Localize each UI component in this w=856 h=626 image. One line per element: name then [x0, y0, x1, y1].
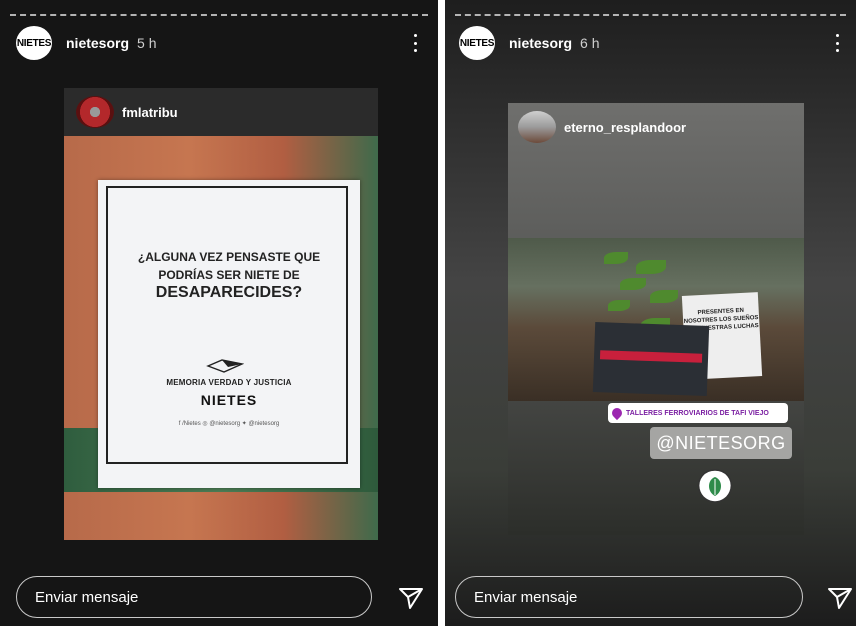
poster-question-line3: DESAPARECIDES? — [155, 284, 303, 301]
message-input[interactable]: Enviar mensaje — [16, 576, 372, 618]
sign-dark — [592, 322, 710, 396]
repost-attribution[interactable]: fmlatribu — [76, 96, 178, 128]
repost-avatar[interactable] — [76, 96, 114, 128]
more-vertical-icon[interactable] — [830, 32, 844, 54]
post-time: 6 h — [580, 35, 600, 51]
poster-question-line2: PODRÍAS SER NIETE DE — [158, 268, 300, 282]
poster: ¿ALGUNA VEZ PENSASTE QUE PODRÍAS SER NIE… — [98, 180, 360, 488]
leaf — [636, 260, 666, 274]
repost-username[interactable]: eterno_resplandoor — [564, 120, 686, 135]
username[interactable]: nietesorg — [66, 35, 129, 51]
username[interactable]: nietesorg — [509, 35, 572, 51]
profile-avatar[interactable]: NIETES — [459, 26, 495, 60]
mention-text: @NIETESORG — [656, 432, 786, 453]
post-time: 5 h — [137, 35, 157, 51]
more-vertical-icon[interactable] — [408, 32, 422, 54]
story-progress-bar — [10, 14, 428, 16]
plant-photo: PRESENTES EN NOSOTRES LOS SUEÑOS SON NUE… — [508, 238, 804, 401]
repost-username[interactable]: fmlatribu — [122, 105, 178, 120]
reposted-content[interactable]: ¿ALGUNA VEZ PENSASTE QUE PODRÍAS SER NIE… — [64, 88, 378, 540]
poster-subtitle: MEMORIA VERDAD Y JUSTICIA — [166, 378, 292, 387]
send-icon[interactable] — [827, 586, 853, 610]
leaf — [620, 278, 646, 290]
sign-red-band — [599, 350, 703, 363]
story-header: NIETES nietesorg 6 h — [459, 26, 844, 60]
story-panel-right: NIETES nietesorg 6 h eterno_resplandoor … — [445, 0, 856, 626]
poster-question: ¿ALGUNA VEZ PENSASTE QUE PODRÍAS SER NIE… — [98, 248, 360, 302]
message-placeholder: Enviar mensaje — [474, 588, 578, 606]
leaf — [608, 300, 630, 311]
leaf — [604, 252, 628, 264]
send-icon[interactable] — [398, 586, 424, 610]
profile-avatar[interactable]: NIETES — [16, 26, 52, 60]
message-placeholder: Enviar mensaje — [35, 588, 139, 606]
reposted-content[interactable]: eterno_resplandoor PRESENTES EN NOSOTRES… — [508, 103, 804, 535]
leaf — [650, 290, 678, 303]
poster-social-handles: f /Nietes ◎ @nietesorg ✦ @nietesorg — [178, 421, 280, 427]
nietes-logo-icon — [206, 359, 244, 373]
story-header: NIETES nietesorg 5 h — [16, 26, 422, 60]
repost-avatar[interactable] — [518, 111, 556, 143]
poster-org-name: NIETES — [200, 392, 258, 408]
message-input[interactable]: Enviar mensaje — [455, 576, 803, 618]
story-progress-bar — [455, 14, 846, 16]
location-pin-icon — [609, 405, 625, 421]
mention-sticker[interactable]: @NIETESORG — [650, 427, 792, 459]
poster-question-line1: ¿ALGUNA VEZ PENSASTE QUE — [137, 250, 321, 264]
repost-attribution[interactable]: eterno_resplandoor — [518, 111, 686, 143]
location-sticker[interactable]: TALLERES FERROVIARIOS DE TAFI VIEJO — [608, 403, 788, 423]
location-name: TALLERES FERROVIARIOS DE TAFI VIEJO — [626, 409, 769, 417]
story-panel-left: NIETES nietesorg 5 h ¿ALGUNA VEZ PENSAST… — [0, 0, 438, 626]
leaf-badge-icon — [697, 469, 733, 503]
